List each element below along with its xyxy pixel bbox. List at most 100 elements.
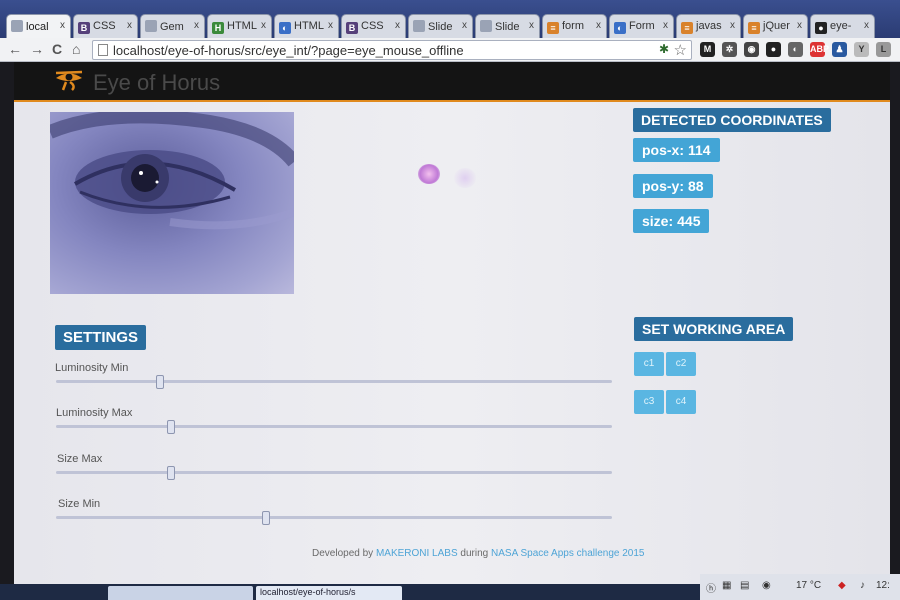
tab-close-icon[interactable]: x — [60, 20, 65, 31]
size-badge: size: 445 — [633, 209, 710, 233]
browser-tab[interactable]: Slide x — [475, 14, 540, 38]
tray-flag-icon[interactable]: ◆ — [838, 580, 846, 591]
browser-tab[interactable]: H HTML x — [207, 14, 272, 38]
tray-hp-icon[interactable]: ⓗ — [706, 580, 716, 595]
corner-c3-button[interactable]: c3 — [634, 390, 664, 414]
slider-thumb[interactable] — [167, 466, 176, 480]
tab-close-icon[interactable]: x — [663, 20, 668, 31]
slider-thumb[interactable] — [167, 420, 176, 434]
nasa-space-apps-link[interactable]: NASA Space Apps challenge 2015 — [491, 548, 644, 559]
taskbar-item-2[interactable]: localhost/eye-of-horus/s — [256, 586, 402, 600]
tray-volume-icon[interactable]: ♪ — [860, 580, 865, 591]
footer-prefix: Developed by — [312, 548, 374, 559]
slider-track[interactable] — [56, 471, 612, 474]
reload-button[interactable]: C — [52, 41, 62, 57]
clock-text: 12: — [876, 580, 890, 591]
footer-middle: during — [460, 548, 489, 559]
tab-label: eye- — [830, 20, 852, 32]
size-label: size: — [642, 213, 674, 229]
tab-close-icon[interactable]: x — [529, 20, 534, 31]
browser-tab[interactable]: Gem x — [140, 14, 205, 38]
corner-c4-button[interactable]: c4 — [666, 390, 696, 414]
detected-coordinates-heading: DETECTED COORDINATES — [633, 108, 831, 132]
slider-label: Size Min — [58, 498, 101, 510]
browser-tab[interactable]: ◐ HTML x — [274, 14, 339, 38]
loading-icon: ◐ — [279, 22, 291, 34]
extension-icon[interactable]: ◉ — [744, 42, 759, 57]
camera-feed — [50, 112, 294, 294]
extension-icon[interactable]: ✱ — [659, 42, 669, 56]
slider-label: Luminosity Max — [56, 407, 133, 419]
slider-label: Size Max — [57, 453, 103, 465]
pos-y-label: pos-y: — [642, 178, 684, 194]
cursor-marker-icon — [418, 164, 440, 184]
url-text: localhost/eye-of-horus/src/eye_int/?page… — [113, 43, 464, 58]
browser-tab[interactable]: ● eye-x — [810, 14, 875, 38]
extension-icon[interactable]: ♟ — [832, 42, 847, 57]
tray-chrome-icon[interactable]: ◉ — [762, 580, 771, 591]
extension-icon[interactable]: ✲ — [722, 42, 737, 57]
tray-power-icon[interactable]: ▤ — [740, 580, 749, 591]
browser-tab[interactable]: ≡ form x — [542, 14, 607, 38]
slider-thumb[interactable] — [261, 511, 270, 525]
stackoverflow-icon: ≡ — [748, 22, 760, 34]
cursor-trail-icon — [454, 168, 476, 188]
tab-close-icon[interactable]: x — [864, 20, 869, 31]
extension-icon[interactable]: ◐ — [788, 42, 803, 57]
tab-close-icon[interactable]: x — [596, 20, 601, 31]
back-button[interactable]: ← — [8, 41, 22, 57]
extension-icon[interactable]: Y — [854, 42, 869, 57]
bookmark-star-icon[interactable]: ☆ — [674, 41, 687, 59]
tab-close-icon[interactable]: x — [797, 20, 802, 31]
footer: Developed by MAKERONI LABS during NASA S… — [312, 548, 644, 559]
extension-icon[interactable]: ● — [766, 42, 781, 57]
browser-tab[interactable]: Slide x — [408, 14, 473, 38]
page-icon — [480, 20, 492, 32]
tray-network-icon[interactable]: ▦ — [722, 580, 731, 591]
tab-close-icon[interactable]: x — [328, 20, 333, 31]
makeroni-labs-link[interactable]: MAKERONI LABS — [376, 548, 458, 559]
browser-tab[interactable]: B CSS x — [73, 14, 138, 38]
tab-label: javas — [696, 20, 722, 32]
tab-close-icon[interactable]: x — [730, 20, 735, 31]
home-button[interactable]: ⌂ — [72, 41, 80, 57]
tab-close-icon[interactable]: x — [395, 20, 400, 31]
tab-label: HTML — [227, 20, 257, 32]
page-icon — [413, 20, 425, 32]
tab-label: Slide — [428, 21, 453, 33]
slider-track[interactable] — [56, 516, 612, 519]
tab-close-icon[interactable]: x — [194, 20, 199, 31]
forward-button[interactable]: → — [30, 41, 44, 57]
tab-close-icon[interactable]: x — [462, 20, 467, 31]
tab-close-icon[interactable]: x — [261, 20, 266, 31]
tab-label: local — [26, 21, 49, 33]
corner-c1-button[interactable]: c1 — [634, 352, 664, 376]
extension-icon[interactable]: M — [700, 42, 715, 57]
app-header: Eye of Horus — [14, 62, 890, 102]
extension-icon[interactable]: ABP — [810, 42, 829, 57]
tab-label: Slide — [495, 21, 520, 33]
stackoverflow-icon: ≡ — [547, 22, 559, 34]
browser-tab[interactable]: ≡ jQuer x — [743, 14, 808, 38]
tab-label: Gem — [160, 21, 184, 33]
taskbar-item-1[interactable] — [108, 586, 253, 600]
corner-c2-button[interactable]: c2 — [666, 352, 696, 376]
browser-tab[interactable]: local x — [6, 14, 71, 38]
bootstrap-icon: B — [78, 22, 90, 34]
tab-label: CSS — [361, 20, 384, 32]
browser-tab[interactable]: B CSS x — [341, 14, 406, 38]
slider-track[interactable] — [56, 380, 612, 383]
page-icon — [145, 20, 157, 32]
html-icon: H — [212, 22, 224, 34]
browser-toolbar: ← → C ⌂ localhost/eye-of-horus/src/eye_i… — [0, 38, 900, 62]
browser-tab[interactable]: ◐ Form x — [609, 14, 674, 38]
temperature-text: 17 °C — [796, 580, 822, 591]
extension-icon[interactable]: L — [876, 42, 891, 57]
slider-track[interactable] — [56, 425, 612, 428]
tab-label: Form — [629, 20, 655, 32]
tab-close-icon[interactable]: x — [127, 20, 132, 31]
slider-thumb[interactable] — [156, 375, 165, 389]
browser-tab[interactable]: ≡ javas x — [676, 14, 741, 38]
address-bar[interactable]: localhost/eye-of-horus/src/eye_int/?page… — [92, 40, 692, 60]
pos-y-badge: pos-y: 88 — [633, 174, 713, 198]
